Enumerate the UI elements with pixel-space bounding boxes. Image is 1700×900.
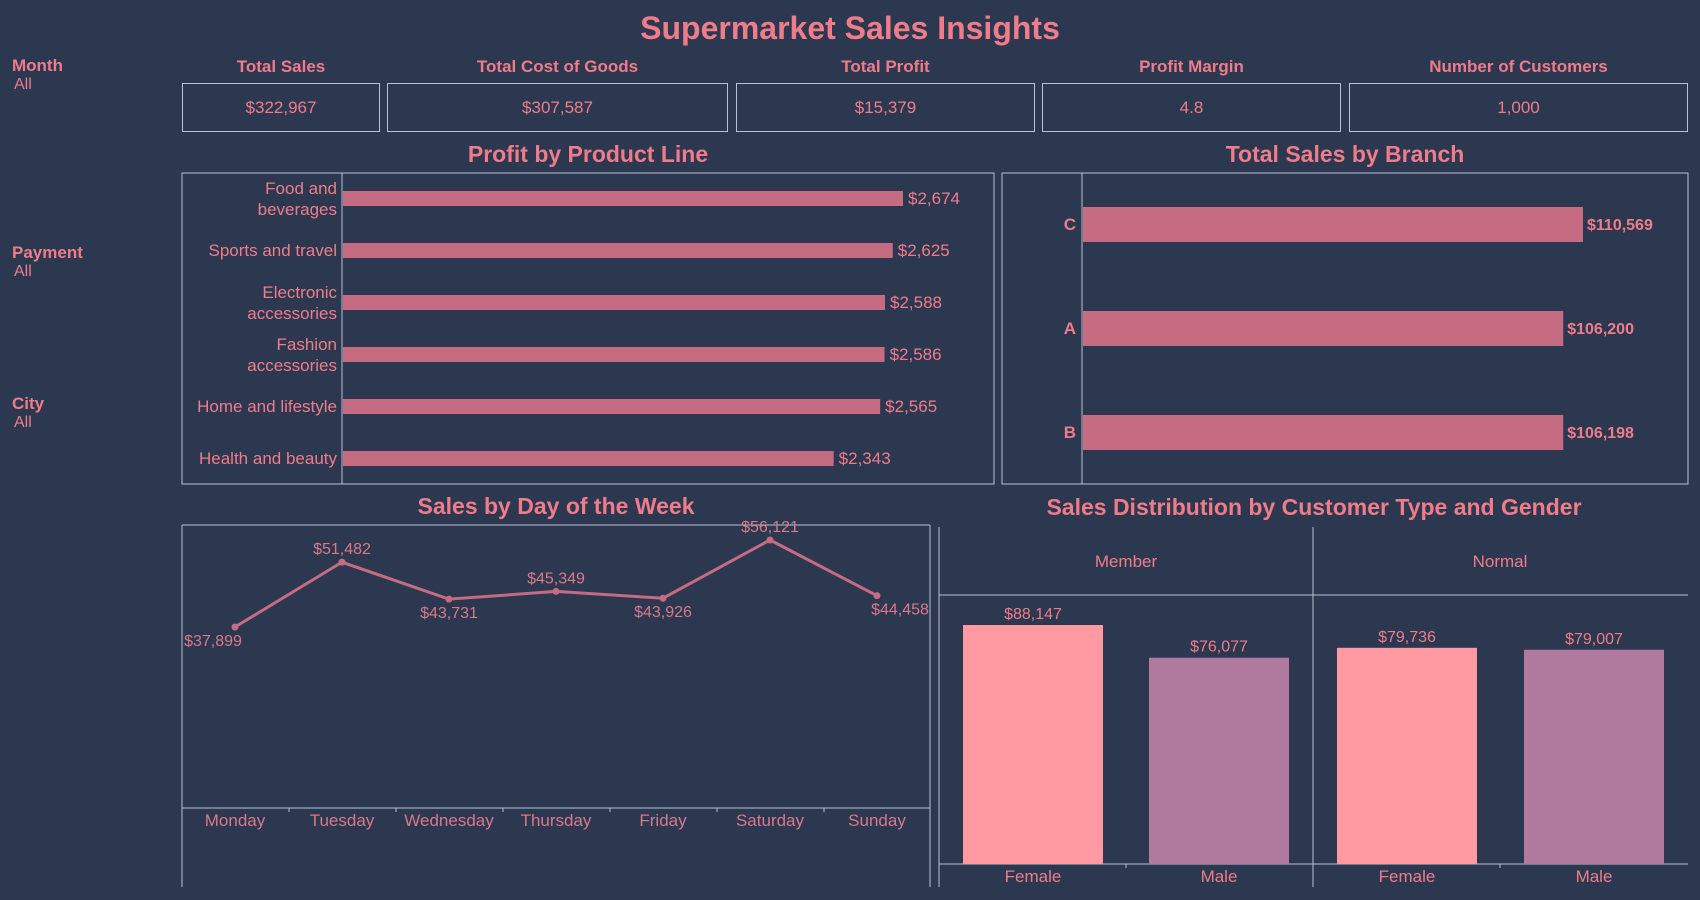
- branch-value-label: $110,569: [1587, 217, 1653, 234]
- gender-category-label: Male: [1576, 867, 1613, 886]
- day-value-label: $44,458: [871, 602, 929, 619]
- day-sales-point: [873, 592, 881, 600]
- product-category-label: accessories: [247, 304, 337, 323]
- male-bar: [1149, 657, 1289, 864]
- day-value-label: $51,482: [313, 541, 371, 558]
- female-bar: [963, 625, 1103, 864]
- day-category-label: Tuesday: [310, 811, 375, 830]
- product-category-label: Electronic: [262, 283, 337, 302]
- product-value-label: $2,674: [908, 189, 960, 208]
- product-bar: [343, 399, 881, 414]
- day-sales-point: [338, 558, 346, 566]
- product-value-label: $2,625: [898, 241, 950, 260]
- gender-category-label: Female: [1005, 867, 1062, 886]
- product-bar: [343, 191, 903, 206]
- gender-value-label: $79,007: [1565, 631, 1623, 648]
- branch-category-label: A: [1064, 319, 1076, 338]
- product-category-label: Sports and travel: [208, 241, 337, 260]
- day-category-label: Friday: [639, 811, 687, 830]
- day-sales-point: [552, 587, 560, 595]
- day-value-label: $37,899: [184, 633, 242, 650]
- gender-value-label: $76,077: [1190, 639, 1248, 656]
- male-bar: [1524, 649, 1664, 864]
- customer-type-header: Normal: [1473, 552, 1528, 571]
- gender-value-label: $88,147: [1004, 606, 1062, 623]
- profit-chart-frame: [181, 172, 995, 485]
- day-value-label: $56,121: [741, 519, 799, 536]
- day-category-label: Monday: [205, 811, 266, 830]
- branch-bar: [1083, 207, 1583, 242]
- day-category-label: Saturday: [736, 811, 805, 830]
- branch-category-label: C: [1064, 215, 1076, 234]
- day-sales-point: [231, 623, 239, 631]
- day-sales-point: [659, 594, 667, 602]
- product-bar: [343, 243, 893, 258]
- day-category-label: Thursday: [521, 811, 592, 830]
- branch-category-label: B: [1064, 423, 1076, 442]
- customer-type-header: Member: [1095, 552, 1158, 571]
- day-category-label: Wednesday: [404, 811, 494, 830]
- day-value-label: $43,926: [634, 604, 692, 621]
- product-category-label: Food and: [265, 179, 337, 198]
- product-category-label: accessories: [247, 356, 337, 375]
- product-category-label: Fashion: [277, 335, 337, 354]
- product-value-label: $2,586: [890, 345, 942, 364]
- day-value-label: $45,349: [527, 570, 585, 587]
- gender-category-label: Male: [1201, 867, 1238, 886]
- branch-value-label: $106,198: [1567, 425, 1634, 442]
- day-value-label: $43,731: [420, 605, 478, 622]
- female-bar: [1337, 647, 1477, 864]
- product-bar: [343, 451, 834, 466]
- branch-value-label: $106,200: [1567, 321, 1634, 338]
- branch-bar: [1083, 415, 1564, 450]
- product-bar: [343, 295, 885, 310]
- day-category-label: Sunday: [848, 811, 906, 830]
- day-sales-point: [445, 595, 453, 603]
- branch-bar: [1083, 311, 1564, 346]
- day-sales-point: [766, 536, 774, 544]
- profit-by-product-chart: $2,674 Food and beverages $2,625 Sports and …: [181, 172, 1689, 887]
- product-value-label: $2,588: [890, 293, 942, 312]
- product-value-label: $2,343: [839, 449, 891, 468]
- product-category-label: Health and beauty: [199, 449, 337, 468]
- product-value-label: $2,565: [885, 397, 937, 416]
- product-category-label: beverages: [258, 200, 337, 219]
- gender-category-label: Female: [1379, 867, 1436, 886]
- gender-value-label: $79,736: [1378, 629, 1436, 646]
- product-bar: [343, 347, 885, 362]
- product-category-label: Home and lifestyle: [197, 397, 337, 416]
